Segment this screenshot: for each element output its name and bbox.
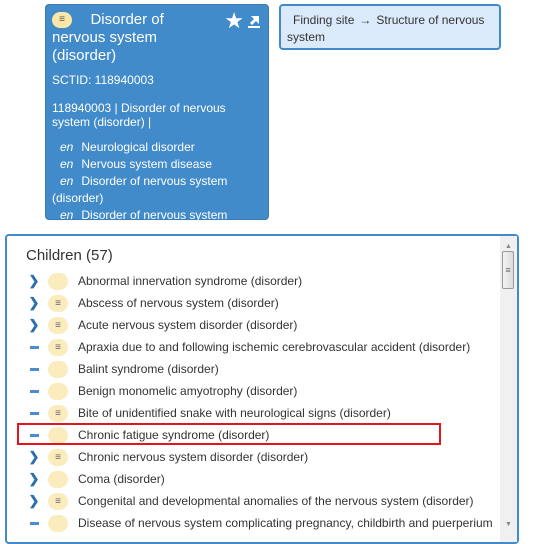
- description-term: Neurological disorder: [81, 140, 195, 154]
- chevron-right-icon[interactable]: ❯: [29, 449, 40, 465]
- fully-specified-name: 118940003 | Disorder of nervous system (…: [52, 101, 262, 129]
- defined-concept-badge: ≡: [48, 404, 68, 422]
- child-concept-row[interactable]: ❯ ≡ Abscess of nervous system (disorder): [7, 292, 497, 314]
- leaf-dash-icon: [29, 389, 39, 393]
- child-concept-row[interactable]: ❯ ≡ Acute nervous system disorder (disorde…: [7, 314, 497, 336]
- dash-mark: [29, 367, 39, 371]
- chevron-right-icon[interactable]: ❯: [29, 471, 40, 487]
- description-item-wrap: (disorder): [52, 190, 262, 207]
- defined-concept-badge: ≡: [48, 448, 68, 466]
- chevron-right-icon[interactable]: ❯: [29, 317, 40, 333]
- sctid-label: SCTID: 118940003: [52, 73, 154, 87]
- child-concept-row[interactable]: ❯ Abnormal innervation syndrome (disorder…: [7, 270, 497, 292]
- child-concept-label[interactable]: Abnormal innervation syndrome (disorder): [78, 274, 302, 288]
- language-code: en: [60, 157, 74, 171]
- description-item: en Disorder of nervous system: [52, 173, 262, 190]
- external-link-icon[interactable]: [248, 14, 260, 28]
- description-item: en Disorder of nervous system: [52, 207, 262, 224]
- leaf-dash-icon: [29, 521, 39, 525]
- chevron-right-icon[interactable]: ❯: [29, 295, 40, 311]
- primitive-concept-badge: [48, 382, 68, 400]
- child-concept-row[interactable]: ≡ Bite of unidentified snake with neurolo…: [7, 402, 497, 424]
- child-concept-row[interactable]: Balint syndrome (disorder): [7, 358, 497, 380]
- language-code: en: [60, 140, 74, 154]
- attribute-name: Finding site: [293, 13, 355, 27]
- fsn-line2: system (disorder) |: [52, 115, 152, 129]
- child-concept-label[interactable]: Abscess of nervous system (disorder): [78, 296, 279, 310]
- description-term: Disorder of nervous system: [81, 208, 228, 222]
- child-concept-label[interactable]: Apraxia due to and following ischemic ce…: [78, 340, 470, 354]
- description-item: en Nervous system disease: [52, 156, 262, 173]
- child-concept-row[interactable]: ❯ Coma (disorder): [7, 468, 497, 490]
- dash-mark: [29, 521, 39, 525]
- scroll-thumb[interactable]: ≡: [502, 251, 514, 289]
- concept-title-line3: (disorder): [52, 47, 117, 64]
- child-concept-label[interactable]: Congenital and developmental anomalies o…: [78, 494, 474, 508]
- defined-concept-badge: ≡: [48, 492, 68, 510]
- primitive-concept-badge: [48, 272, 68, 290]
- defined-concept-badge: ≡: [48, 316, 68, 334]
- definition-status-badge: ≡: [52, 12, 72, 28]
- primitive-concept-badge: [48, 360, 68, 378]
- attribute-relationship[interactable]: Finding site → Structure of nervous system: [279, 4, 501, 50]
- primitive-concept-badge: [48, 470, 68, 488]
- star-icon[interactable]: ★: [224, 10, 244, 32]
- dash-mark: [29, 345, 39, 349]
- description-term: Disorder of nervous system: [81, 174, 228, 188]
- child-concept-label[interactable]: Chronic nervous system disorder (disorde…: [78, 450, 308, 464]
- attribute-value-line2: system: [287, 30, 326, 44]
- child-concept-row[interactable]: ❯ ≡ Chronic nervous system disorder (disor…: [7, 446, 497, 468]
- children-list: ❯ Abnormal innervation syndrome (disorder…: [7, 270, 497, 534]
- leaf-dash-icon: [29, 367, 39, 371]
- concept-title-line1: Disorder of: [90, 11, 164, 28]
- child-concept-row[interactable]: Benign monomelic amyotrophy (disorder): [7, 380, 497, 402]
- language-code: en: [60, 208, 74, 222]
- child-concept-label[interactable]: Benign monomelic amyotrophy (disorder): [78, 384, 297, 398]
- child-concept-label[interactable]: Acute nervous system disorder (disorder): [78, 318, 297, 332]
- child-concept-row[interactable]: ❯ ≡ Congenital and developmental anomalies…: [7, 490, 497, 512]
- concept-header: ≡ Disorder of nervous system (disorder) …: [52, 10, 262, 65]
- dash-mark: [29, 389, 39, 393]
- defined-concept-badge: ≡: [48, 294, 68, 312]
- highlight-annotation: [17, 423, 441, 445]
- description-item: en Neurological disorder: [52, 139, 262, 156]
- child-concept-label[interactable]: Coma (disorder): [78, 472, 165, 486]
- language-code: en: [60, 174, 74, 188]
- children-panel: Children (57) ❯ Abnormal innervation synd…: [5, 234, 519, 544]
- concept-actions: ★: [224, 10, 260, 32]
- description-list: en Neurological disorder en Nervous system…: [52, 139, 262, 224]
- description-term: (disorder): [52, 191, 104, 205]
- fsn-line1: 118940003 | Disorder of nervous: [52, 101, 226, 115]
- child-concept-row[interactable]: ≡ Apraxia due to and following ischemic c…: [7, 336, 497, 358]
- child-concept-row[interactable]: Disease of nervous system complicating p…: [7, 512, 497, 534]
- leaf-dash-icon: [29, 345, 39, 349]
- scrollbar[interactable]: ▲ ≡ ▼: [500, 236, 517, 542]
- leaf-dash-icon: [29, 411, 39, 415]
- child-concept-label[interactable]: Disease of nervous system complicating p…: [78, 516, 493, 530]
- child-concept-label[interactable]: Balint syndrome (disorder): [78, 362, 219, 376]
- concept-title-line2: nervous system: [52, 29, 158, 46]
- dash-mark: [29, 411, 39, 415]
- scroll-down-arrow-icon[interactable]: ▼: [500, 516, 517, 533]
- defined-concept-badge: ≡: [48, 338, 68, 356]
- chevron-right-icon[interactable]: ❯: [29, 273, 40, 289]
- children-title: Children (57): [26, 247, 113, 264]
- description-term: Nervous system disease: [81, 157, 213, 171]
- arrow-right-icon: →: [359, 13, 372, 27]
- attribute-value-line1: Structure of nervous: [376, 13, 485, 27]
- concept-card: ≡ Disorder of nervous system (disorder) …: [45, 4, 269, 222]
- chevron-right-icon[interactable]: ❯: [29, 493, 40, 509]
- child-concept-label[interactable]: Bite of unidentified snake with neurolog…: [78, 406, 391, 420]
